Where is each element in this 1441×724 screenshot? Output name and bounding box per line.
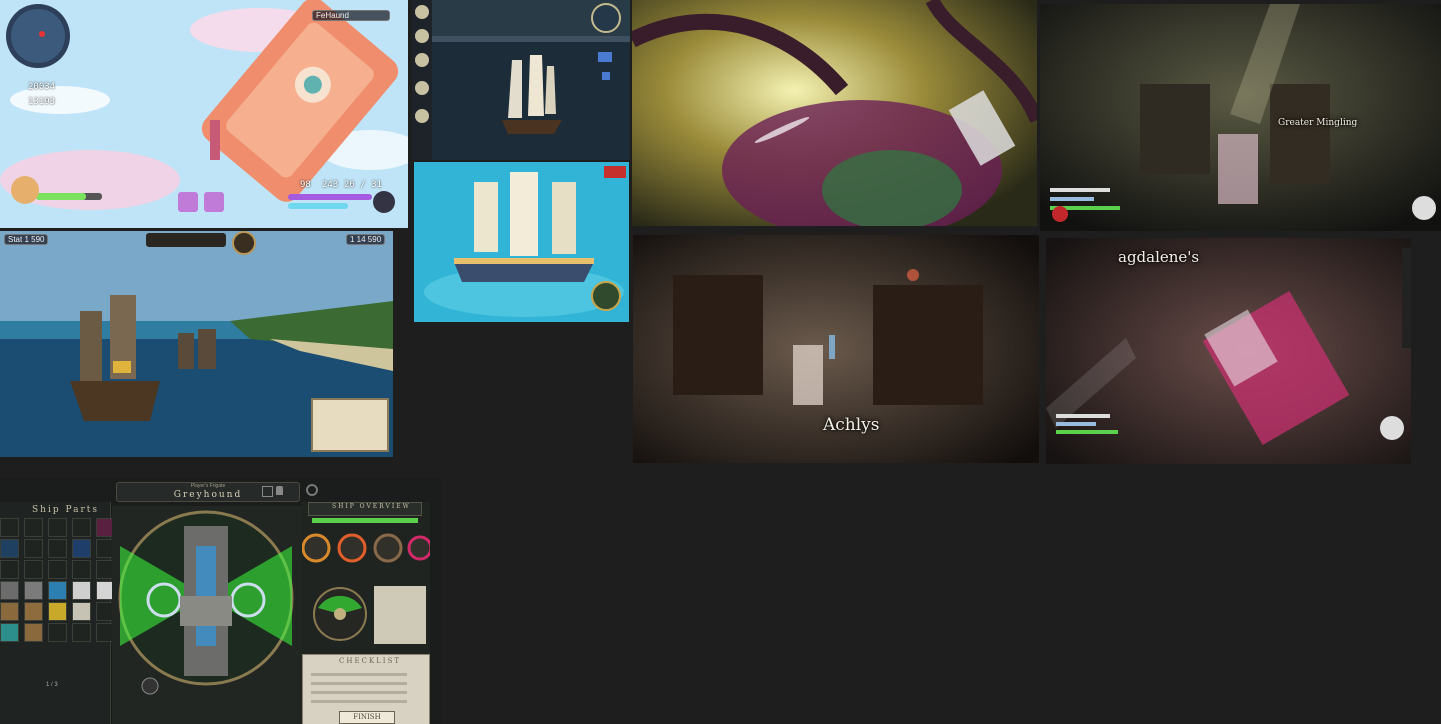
part-slot[interactable]	[0, 623, 19, 642]
overview-title: SHIP OVERVIEW	[332, 503, 411, 510]
ship-parts-panel: Ship Parts 1 / 3	[0, 502, 115, 724]
page-indicator: 1 / 3	[46, 682, 58, 688]
screenshot-naval-fleet[interactable]	[412, 0, 630, 160]
location-label: agdalene's	[1118, 248, 1200, 266]
screenshot-cinematic-mingling[interactable]: Greater Mingling	[1040, 4, 1441, 231]
magdalene-artwork	[1046, 238, 1411, 464]
edit-name-icon[interactable]	[262, 486, 273, 497]
location-label: Greater Mingling	[1278, 118, 1358, 128]
overview-bar	[312, 518, 418, 523]
hud-stat-1: 98	[300, 180, 311, 190]
part-slot[interactable]	[0, 581, 19, 600]
part-slot[interactable]	[0, 539, 19, 558]
ship-overview-panel: SHIP OVERVIEW CHECKLIST FINISH	[302, 502, 430, 724]
part-slot[interactable]	[24, 623, 43, 642]
part-slot[interactable]	[72, 560, 91, 579]
player-tag: FeHaund	[312, 10, 390, 21]
frigate-artwork	[414, 162, 629, 322]
part-slot[interactable]	[48, 581, 67, 600]
part-slot[interactable]	[24, 581, 43, 600]
hud-stat-3: 26 / 31	[344, 180, 382, 190]
checklist-item	[311, 673, 407, 676]
part-slot[interactable]	[72, 602, 91, 621]
part-slot[interactable]	[24, 539, 43, 558]
part-slot[interactable]	[0, 560, 19, 579]
lock-icon[interactable]	[276, 486, 283, 495]
galleon-hud-left: Stat 1 590	[4, 234, 49, 245]
screenshot-frigate-tropical[interactable]	[414, 162, 629, 322]
sky-artwork	[0, 0, 408, 228]
checklist-item	[311, 700, 407, 703]
stat-gauges	[302, 533, 430, 563]
hud-stat-2: 243	[322, 180, 339, 190]
parts-grid	[0, 518, 118, 642]
part-slot[interactable]	[48, 623, 67, 642]
checklist-title: CHECKLIST	[339, 657, 402, 665]
screenshot-cinematic-magdalene[interactable]: agdalene's	[1046, 238, 1411, 464]
parts-title: Ship Parts	[32, 505, 100, 515]
checklist-panel: CHECKLIST FINISH	[302, 654, 430, 724]
part-slot[interactable]	[48, 518, 67, 537]
location-label: Achlys	[823, 415, 880, 435]
part-slot[interactable]	[72, 539, 91, 558]
helm-dial	[313, 587, 367, 641]
part-slot[interactable]	[24, 560, 43, 579]
part-slot[interactable]	[0, 518, 19, 537]
part-slot[interactable]	[72, 623, 91, 642]
part-slot[interactable]	[0, 602, 19, 621]
engine-panel	[374, 586, 426, 644]
part-slot[interactable]	[24, 602, 43, 621]
part-slot[interactable]	[48, 560, 67, 579]
ship-blueprint	[112, 506, 302, 724]
part-slot[interactable]	[72, 581, 91, 600]
purple-airship-artwork	[632, 0, 1037, 226]
screenshot-cinematic-purple[interactable]	[632, 0, 1037, 226]
part-slot[interactable]	[72, 518, 91, 537]
finish-button[interactable]: FINISH	[339, 711, 395, 724]
checklist-item	[311, 691, 407, 694]
screenshot-shipyard-ui[interactable]: Player's Frigate Greyhound Ship Parts 1 …	[0, 478, 441, 724]
checklist-item	[311, 682, 407, 685]
settings-icon[interactable]	[306, 484, 318, 496]
part-slot[interactable]	[24, 518, 43, 537]
part-slot[interactable]	[48, 539, 67, 558]
screenshot-galleon-coast[interactable]: Stat 1 590 1 14 590	[0, 231, 393, 457]
score-secondary: 13193	[28, 97, 56, 107]
mingling-artwork	[1040, 4, 1441, 231]
score-primary: 20034	[28, 82, 56, 92]
part-slot[interactable]	[48, 602, 67, 621]
fleet-artwork	[412, 0, 630, 160]
galleon-artwork	[0, 231, 393, 457]
screenshot-cinematic-achlys[interactable]: Achlys	[633, 235, 1039, 463]
screenshot-sky-pixel[interactable]: 20034 13193 FeHaund 98 243 26 / 31	[0, 0, 408, 228]
galleon-hud-right: 1 14 590	[346, 234, 386, 245]
